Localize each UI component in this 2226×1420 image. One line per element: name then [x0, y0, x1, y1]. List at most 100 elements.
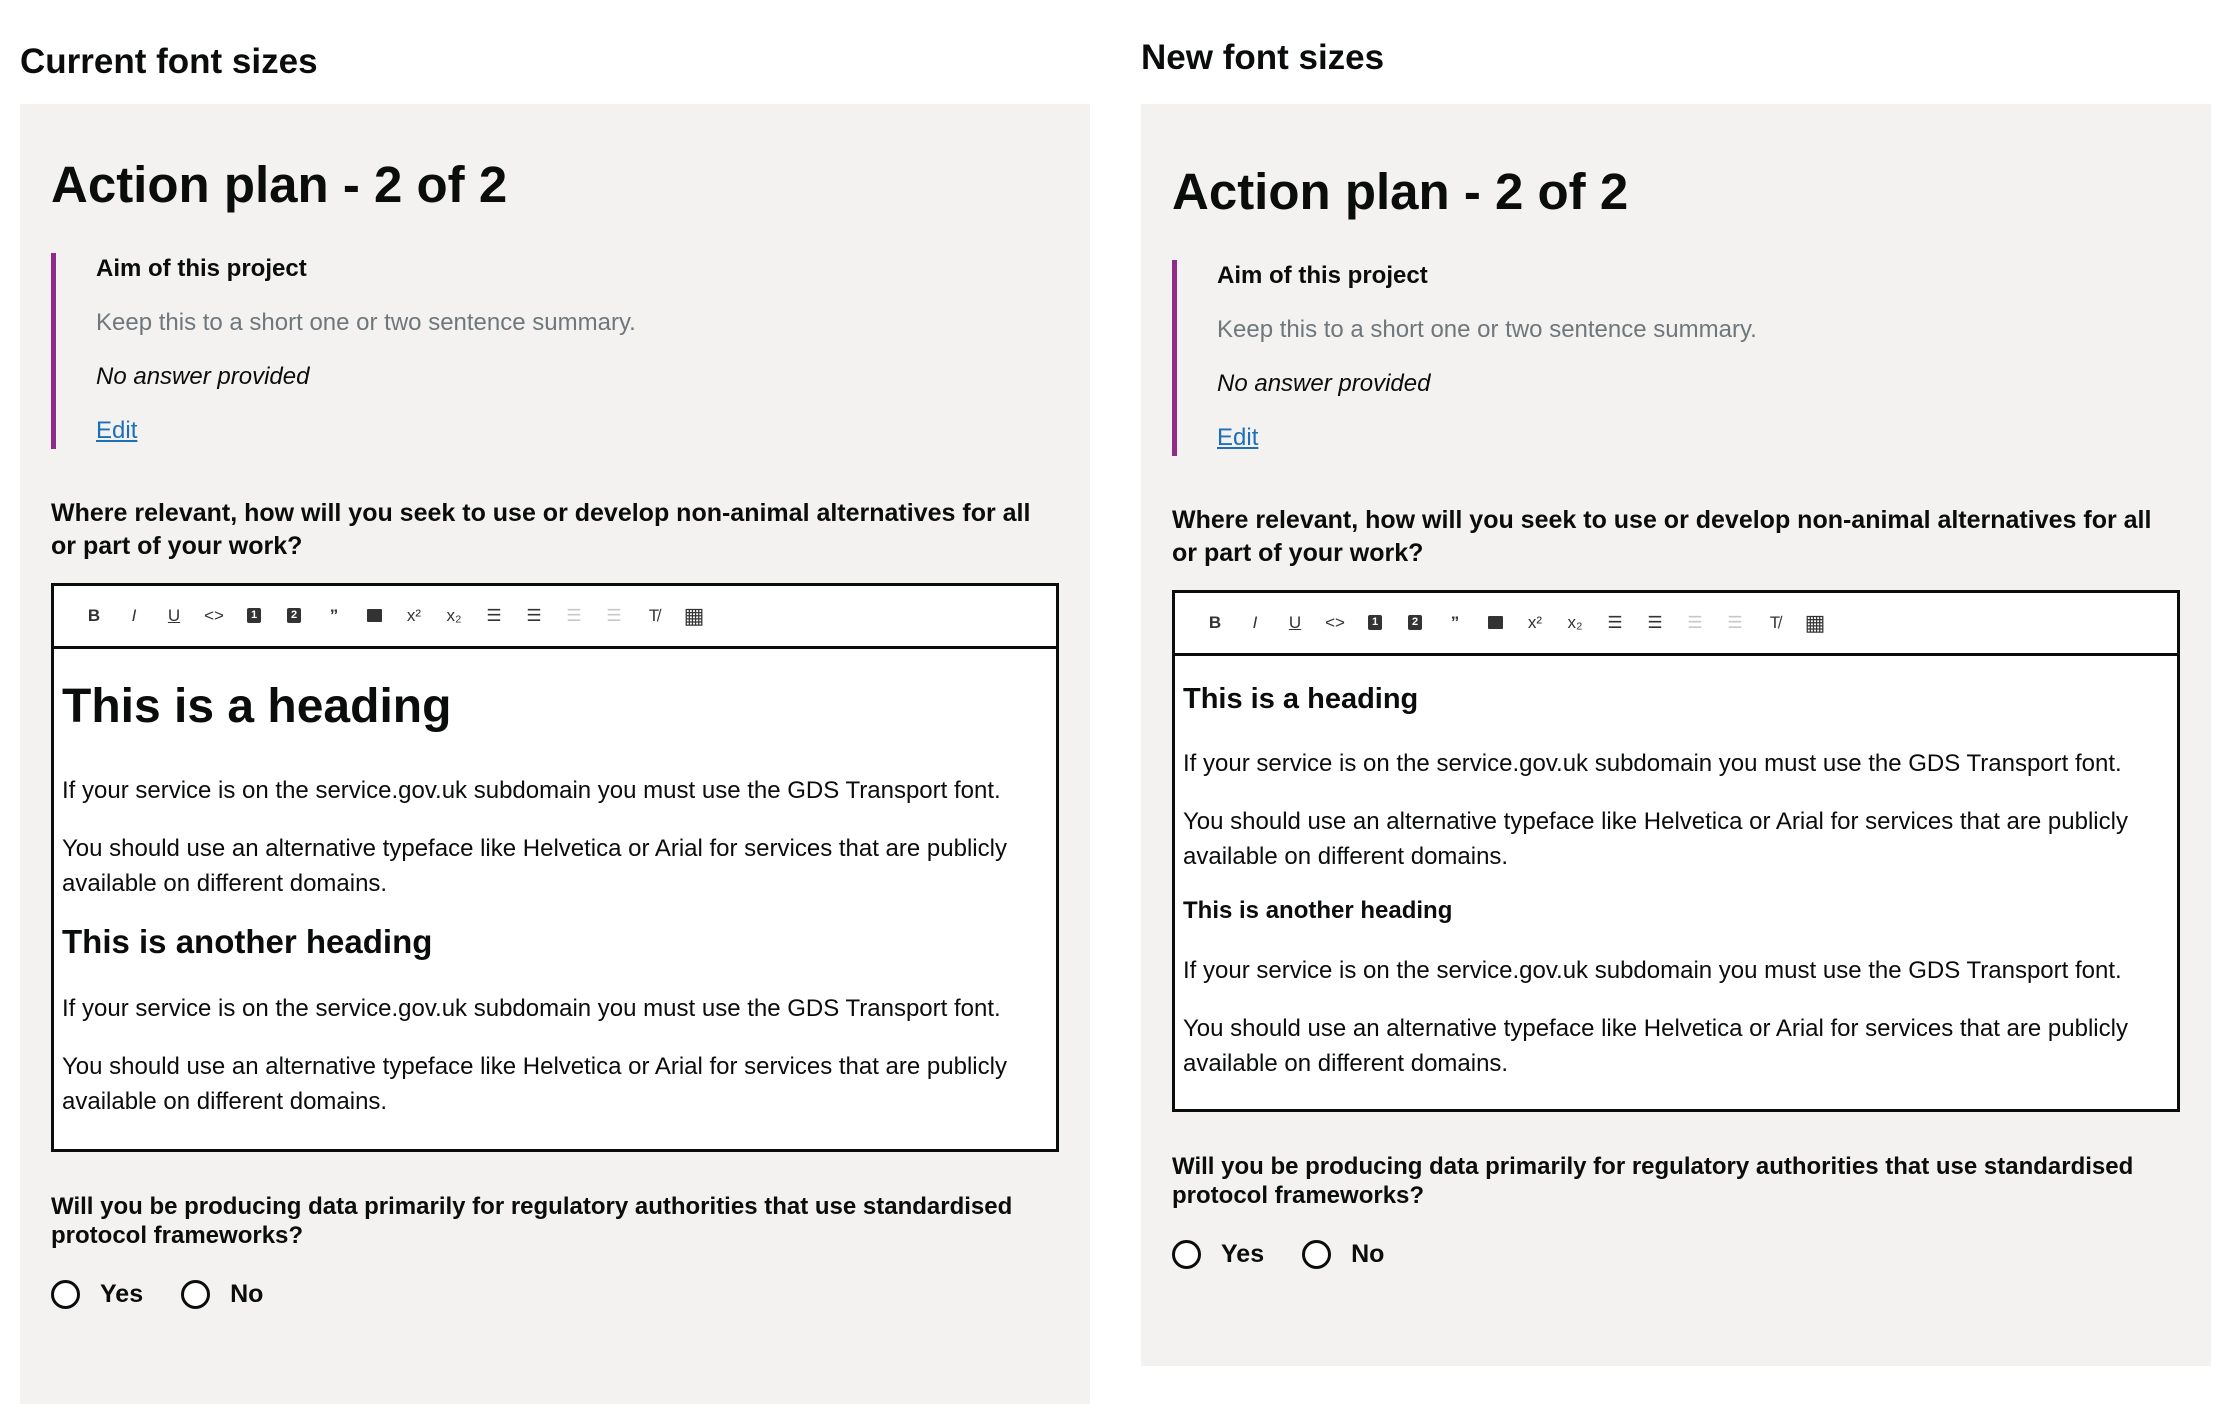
inset-summary: Aim of this project Keep this to a short… [51, 252, 1059, 449]
underline-icon: U [167, 605, 181, 625]
form-panel: Action plan - 2 of 2 Aim of this project… [1141, 104, 2211, 1366]
code-button[interactable]: <> [1315, 603, 1355, 643]
heading-2-icon: 2 [1408, 615, 1422, 631]
radio-yes[interactable]: Yes [1172, 1240, 1265, 1270]
quote-icon: ” [329, 605, 339, 625]
bullet-list-button[interactable]: ☰ [474, 596, 514, 636]
table-icon: ▦ [1804, 609, 1826, 635]
radio-no-label: No [1351, 1240, 1385, 1269]
image-button[interactable] [1475, 603, 1515, 643]
inset-title: Aim of this project [96, 254, 307, 282]
outdent-icon: ☰ [1687, 612, 1703, 632]
page-heading: Action plan - 2 of 2 [1172, 163, 1629, 220]
edit-link[interactable]: Edit [96, 417, 137, 449]
editor-content[interactable]: This is a heading If your service is on … [1175, 656, 2177, 1110]
bullet-list-icon: ☰ [1607, 612, 1623, 632]
subscript-button[interactable]: x₂ [434, 596, 474, 636]
page-heading: Action plan - 2 of 2 [51, 156, 508, 213]
superscript-icon: x² [406, 605, 422, 625]
numbered-list-icon: ☰ [1647, 612, 1663, 632]
outdent-button[interactable]: ☰ [1675, 603, 1715, 643]
underline-button[interactable]: U [154, 596, 194, 636]
editor-paragraph: If your service is on the service.gov.uk… [62, 777, 1001, 805]
inset-title: Aim of this project [1217, 261, 1428, 289]
inset-empty-answer: No answer provided [96, 362, 310, 390]
numbered-list-button[interactable]: ☰ [514, 596, 554, 636]
numbered-list-icon: ☰ [526, 605, 542, 625]
outdent-button[interactable]: ☰ [554, 596, 594, 636]
inset-hint: Keep this to a short one or two sentence… [96, 308, 636, 336]
bold-button[interactable]: B [1195, 603, 1235, 643]
clear-format-icon: T̸ [648, 605, 660, 625]
question-label: Where relevant, how will you seek to use… [1172, 505, 2152, 567]
editor-subheading: This is another heading [1183, 896, 1453, 924]
indent-button[interactable]: ☰ [1715, 603, 1755, 643]
heading-1-icon: 1 [1368, 615, 1382, 631]
radio-circle[interactable] [1172, 1240, 1201, 1270]
superscript-button[interactable]: x² [394, 596, 434, 636]
clear-format-button[interactable]: T̸ [1755, 603, 1795, 643]
heading-2-button[interactable]: 2 [1395, 603, 1435, 643]
radio-yes-label: Yes [1221, 1240, 1265, 1269]
numbered-list-button[interactable]: ☰ [1635, 603, 1675, 643]
inset-summary: Aim of this project Keep this to a short… [1172, 259, 2180, 456]
table-button[interactable]: ▦ [1795, 603, 1835, 643]
editor-heading: This is a heading [62, 679, 452, 733]
radio-yes[interactable]: Yes [51, 1279, 144, 1309]
image-icon [1487, 616, 1503, 630]
radio-no[interactable]: No [1302, 1240, 1385, 1270]
bold-icon: B [87, 605, 101, 625]
bold-icon: B [1208, 612, 1222, 632]
quote-button[interactable]: ” [314, 596, 354, 636]
edit-link[interactable]: Edit [1217, 424, 1258, 456]
new-font-sizes-column: New font sizes Action plan - 2 of 2 Aim … [1141, 0, 2216, 1420]
bullet-list-button[interactable]: ☰ [1595, 603, 1635, 643]
code-icon: <> [204, 605, 224, 625]
heading-1-button[interactable]: 1 [1355, 603, 1395, 643]
editor-toolbar: B I U <> 1 2 ” x² x₂ ☰ ☰ ☰ ☰ T̸ ▦ [54, 586, 1056, 649]
editor-content[interactable]: This is a heading If your service is on … [54, 649, 1056, 1149]
subscript-button[interactable]: x₂ [1555, 603, 1595, 643]
column-title: Current font sizes [20, 42, 318, 81]
radio-circle[interactable] [51, 1279, 80, 1309]
indent-button[interactable]: ☰ [594, 596, 634, 636]
code-icon: <> [1325, 612, 1345, 632]
underline-button[interactable]: U [1275, 603, 1315, 643]
superscript-icon: x² [1527, 612, 1543, 632]
editor-paragraph: You should use an alternative typeface l… [62, 835, 1007, 898]
editor-paragraph: You should use an alternative typeface l… [1183, 807, 2128, 870]
radio-circle[interactable] [1302, 1240, 1332, 1270]
superscript-button[interactable]: x² [1515, 603, 1555, 643]
editor-heading: This is a heading [1183, 682, 1419, 715]
indent-icon: ☰ [606, 605, 622, 625]
heading-1-button[interactable]: 1 [234, 596, 274, 636]
inset-hint: Keep this to a short one or two sentence… [1217, 315, 1757, 343]
table-button[interactable]: ▦ [674, 596, 714, 636]
italic-button[interactable]: I [1235, 603, 1275, 643]
editor-paragraph: You should use an alternative typeface l… [1183, 1015, 2128, 1078]
editor-paragraph: You should use an alternative typeface l… [62, 1052, 1007, 1115]
italic-button[interactable]: I [114, 596, 154, 636]
form-panel: Action plan - 2 of 2 Aim of this project… [20, 104, 1090, 1404]
image-button[interactable] [354, 596, 394, 636]
heading-2-button[interactable]: 2 [274, 596, 314, 636]
editor-toolbar: B I U <> 1 2 ” x² x₂ ☰ ☰ ☰ ☰ T̸ ▦ [1175, 593, 2177, 656]
code-button[interactable]: <> [194, 596, 234, 636]
editor-paragraph: If your service is on the service.gov.uk… [1183, 957, 2122, 985]
image-icon [366, 609, 382, 623]
italic-icon: I [1252, 612, 1258, 632]
indent-icon: ☰ [1727, 612, 1743, 632]
inset-empty-answer: No answer provided [1217, 369, 1431, 397]
clear-format-button[interactable]: T̸ [634, 596, 674, 636]
outdent-icon: ☰ [566, 605, 582, 625]
radio-group: Yes No [1172, 1240, 2180, 1270]
editor-subheading: This is another heading [62, 923, 433, 961]
bold-button[interactable]: B [74, 596, 114, 636]
editor-paragraph: If your service is on the service.gov.uk… [62, 994, 1001, 1022]
radio-yes-label: Yes [100, 1279, 144, 1308]
quote-button[interactable]: ” [1435, 603, 1475, 643]
radio-no[interactable]: No [181, 1279, 263, 1309]
radio-circle[interactable] [181, 1279, 211, 1309]
clear-format-icon: T̸ [1769, 612, 1781, 632]
editor-paragraph: If your service is on the service.gov.uk… [1183, 749, 2122, 777]
